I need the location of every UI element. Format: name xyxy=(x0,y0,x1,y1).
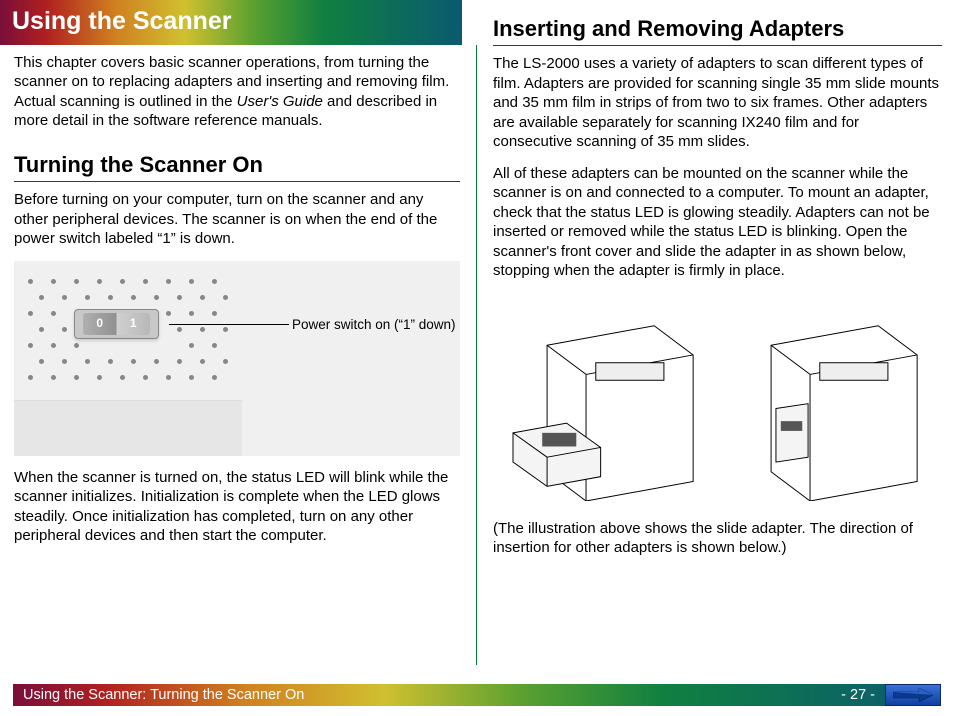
arrow-right-icon xyxy=(893,688,933,702)
scanner-open-illustration xyxy=(508,316,703,501)
switch-label-off: 0 xyxy=(96,316,103,332)
scanner-adapter-figure xyxy=(493,301,942,501)
power-switch-figure: 0 1 Power switch on (“1” down) xyxy=(14,261,460,456)
chapter-title: Using the Scanner xyxy=(12,7,232,35)
switch-label-on: 1 xyxy=(130,316,137,332)
adapters-caption: (The illustration above shows the slide … xyxy=(493,519,942,558)
right-column: Inserting and Removing Adapters The LS-2… xyxy=(477,45,954,665)
adapters-p2: All of these adapters can be mounted on … xyxy=(493,164,942,281)
chapter-intro: This chapter covers basic scanner operat… xyxy=(14,53,460,131)
footer-breadcrumb: Using the Scanner: Turning the Scanner O… xyxy=(23,686,931,705)
scanner-closed-illustration xyxy=(732,316,927,501)
turning-on-p2: When the scanner is turned on, the statu… xyxy=(14,468,460,546)
footer-bar: Using the Scanner: Turning the Scanner O… xyxy=(13,684,941,706)
callout-leader-line xyxy=(169,324,289,325)
chapter-header: Using the Scanner xyxy=(0,0,462,45)
section-title-turning-on: Turning the Scanner On xyxy=(14,151,460,183)
power-switch-icon: 0 1 xyxy=(74,309,159,339)
section-title-adapters: Inserting and Removing Adapters xyxy=(493,15,942,47)
page-number: - 27 - xyxy=(841,686,875,705)
turning-on-p1: Before turning on your computer, turn on… xyxy=(14,190,460,249)
left-column: This chapter covers basic scanner operat… xyxy=(0,45,477,665)
next-page-button[interactable] xyxy=(885,684,941,706)
figure-shelf xyxy=(14,400,242,456)
adapters-p1: The LS-2000 uses a variety of adapters t… xyxy=(493,54,942,152)
callout-label: Power switch on (“1” down) xyxy=(292,316,456,334)
